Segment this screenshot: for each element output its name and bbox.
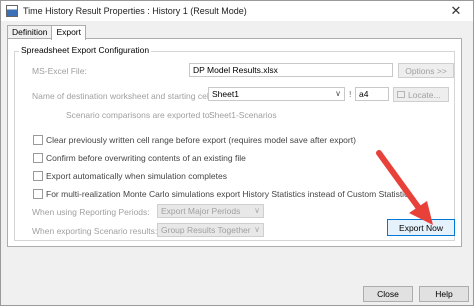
title-bar: Time History Result Properties : History…	[1, 1, 473, 21]
help-button[interactable]: Help	[419, 286, 469, 302]
scenario-results-value: Group Results Together	[161, 225, 251, 235]
chevron-down-icon: ∨	[254, 206, 260, 215]
group-title: Spreadsheet Export Configuration	[19, 45, 152, 55]
checkbox-box[interactable]	[33, 188, 43, 199]
locate-button[interactable]: Locate...	[393, 87, 449, 102]
reporting-periods-label: When using Reporting Periods:	[32, 207, 150, 217]
chevron-down-icon: ∨	[335, 89, 341, 98]
checkbox-export-automatically[interactable]: Export automatically when simulation com…	[33, 170, 227, 181]
scenario-results-combo[interactable]: Group Results Together ∨	[157, 223, 264, 237]
excel-file-field[interactable]: DP Model Results.xlsx	[189, 63, 393, 77]
scenario-export-label: Scenario comparisons are exported to:	[66, 110, 212, 120]
properties-dialog: Time History Result Properties : History…	[0, 0, 474, 306]
checkbox-label: Confirm before overwriting contents of a…	[46, 152, 246, 163]
reporting-periods-combo[interactable]: Export Major Periods ∨	[157, 204, 264, 218]
options-button[interactable]: Options >>	[398, 63, 454, 78]
reporting-periods-value: Export Major Periods	[161, 206, 241, 216]
locate-button-label: Locate...	[408, 89, 441, 100]
worksheet-label: Name of destination worksheet and starti…	[32, 91, 213, 101]
close-icon[interactable]: ✕	[439, 1, 473, 21]
window-title: Time History Result Properties : History…	[23, 6, 247, 16]
excel-file-label: MS-Excel File:	[32, 66, 87, 76]
scenario-results-label: When exporting Scenario results:	[32, 226, 158, 236]
checkbox-box[interactable]	[33, 152, 43, 163]
app-window-icon	[6, 5, 18, 17]
red-arrow-annotation	[376, 150, 433, 225]
checkbox-box[interactable]	[33, 170, 43, 181]
checkbox-label: Clear previously written cell range befo…	[46, 134, 356, 145]
close-button[interactable]: Close	[363, 286, 413, 302]
locate-icon	[397, 91, 405, 98]
chevron-down-icon: ∨	[254, 225, 260, 234]
checkbox-label: For multi-realization Monte Carlo simula…	[46, 188, 409, 199]
checkbox-history-statistics[interactable]: For multi-realization Monte Carlo simula…	[33, 188, 408, 199]
tab-strip: Definition Export	[7, 25, 87, 40]
cell-separator: !	[349, 89, 352, 99]
worksheet-value: Sheet1	[212, 89, 239, 99]
tab-export[interactable]: Export	[51, 25, 87, 40]
tab-definition[interactable]: Definition	[7, 25, 53, 39]
checkbox-clear-range[interactable]: Clear previously written cell range befo…	[33, 134, 356, 145]
checkbox-label: Export automatically when simulation com…	[46, 170, 227, 181]
checkbox-confirm-overwrite[interactable]: Confirm before overwriting contents of a…	[33, 152, 246, 163]
checkbox-box[interactable]	[33, 134, 43, 145]
starting-cell-field[interactable]: a4	[355, 87, 389, 101]
worksheet-combo[interactable]: Sheet1 ∨	[208, 87, 345, 101]
scenario-export-value: Sheet1-Scenarios	[209, 110, 277, 120]
